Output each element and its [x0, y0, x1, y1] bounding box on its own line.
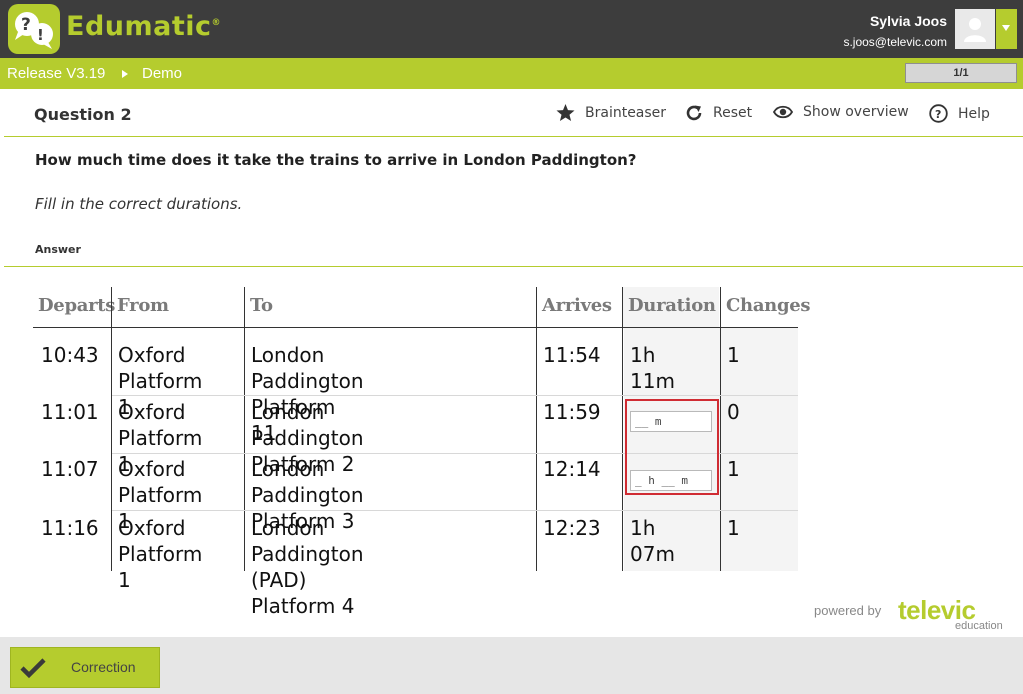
cell-duration: 1h 07m — [630, 516, 675, 566]
duration-input-row-2[interactable]: __ m — [630, 411, 712, 432]
correction-label: Correction — [71, 659, 136, 675]
breadcrumb-arrow-icon — [122, 70, 128, 78]
cell-departs: 11:07 — [41, 457, 99, 481]
cell-from-station: Oxford — [118, 516, 186, 540]
svg-text:?: ? — [935, 108, 941, 121]
column-header-changes: Changes — [726, 295, 811, 316]
column-header-to: To — [250, 295, 273, 316]
cell-to-station: London Paddington — [251, 343, 364, 393]
checkmark-icon — [20, 658, 46, 679]
user-menu-button[interactable] — [996, 9, 1017, 49]
row-rule — [112, 395, 798, 396]
cell-changes: 1 — [727, 343, 740, 367]
row-rule — [112, 510, 798, 511]
divider — [4, 266, 1023, 267]
cell-from-station: Oxford — [118, 343, 186, 367]
column-header-duration: Duration — [623, 287, 719, 327]
brand-mark: ® — [211, 18, 222, 28]
vendor-logo-sub: education — [955, 620, 1003, 632]
top-bar: ? ! Edumatic® Sylvia Joos s.joos@televic… — [0, 0, 1023, 58]
cell-from-station: Oxford — [118, 457, 186, 481]
reset-button[interactable]: Reset — [685, 104, 752, 122]
star-icon — [556, 104, 575, 122]
breadcrumb: Release V3.19 Demo 1/1 — [0, 58, 1023, 89]
cell-to-station: London Paddington — [251, 400, 364, 450]
brainteaser-button[interactable]: Brainteaser — [556, 104, 666, 122]
reset-icon — [686, 105, 702, 121]
question-text: How much time does it take the trains to… — [35, 151, 637, 169]
user-silhouette-icon — [964, 18, 986, 42]
cell-changes: 1 — [727, 457, 740, 481]
question-title: Question 2 — [34, 105, 132, 124]
help-icon: ? — [929, 104, 948, 123]
column-header-arrives: Arrives — [542, 295, 612, 316]
help-label: Help — [958, 105, 990, 122]
question-bubbles-icon: ? ! — [8, 4, 60, 54]
cell-changes: 0 — [727, 400, 740, 424]
header-rule — [33, 327, 798, 328]
cell-departs: 11:16 — [41, 516, 99, 540]
cell-arrives: 11:54 — [543, 343, 601, 367]
cell-to-station: London Paddington — [251, 457, 364, 507]
duration-input-row-3[interactable]: _ h __ m — [630, 470, 712, 491]
brainteaser-label: Brainteaser — [585, 105, 667, 121]
show-overview-button[interactable]: Show overview — [773, 104, 909, 120]
cell-from-station: Oxford — [118, 400, 186, 424]
cell-departs: 10:43 — [41, 343, 99, 367]
cell-departs: 11:01 — [41, 400, 99, 424]
user-email: s.joos@televic.com — [843, 35, 947, 49]
avatar[interactable] — [955, 9, 995, 49]
cell-to: London Paddington (PAD) Platform 4 — [245, 515, 364, 619]
powered-by-text: powered by — [814, 603, 882, 618]
breadcrumb-release[interactable]: Release V3.19 — [7, 65, 105, 82]
reset-label: Reset — [713, 105, 753, 121]
show-overview-label: Show overview — [803, 104, 909, 120]
cell-to-station: London Paddington (PAD) — [251, 516, 364, 592]
user-name: Sylvia Joos — [869, 13, 947, 29]
cell-duration: 1h 11m — [630, 343, 675, 393]
brand-name: Edumatic — [66, 11, 212, 42]
svg-text:!: ! — [37, 26, 44, 44]
app-root: ? ! Edumatic® Sylvia Joos s.joos@televic… — [0, 0, 1023, 694]
caret-down-icon — [1002, 25, 1010, 31]
cell-arrives: 12:14 — [543, 457, 601, 481]
cell-from-platform: Platform 1 — [118, 542, 203, 592]
breadcrumb-project[interactable]: Demo — [142, 65, 182, 82]
brand-logo-text: Edumatic® — [66, 11, 221, 42]
column-header-departs: Departs — [38, 295, 116, 316]
question-instruction: Fill in the correct durations. — [35, 195, 243, 213]
column-rule — [622, 287, 623, 571]
answer-label: Answer — [35, 243, 81, 256]
column-header-from: From — [117, 295, 169, 316]
svg-text:?: ? — [21, 15, 31, 35]
divider — [4, 136, 1023, 137]
cell-from: Oxford Platform 1 — [112, 515, 202, 593]
cell-arrives: 12:23 — [543, 516, 601, 540]
help-button[interactable]: ? Help — [929, 104, 990, 123]
eye-icon — [773, 105, 793, 119]
cell-arrives: 11:59 — [543, 400, 601, 424]
correction-button[interactable]: Correction — [10, 647, 160, 688]
cell-changes: 1 — [727, 516, 740, 540]
cell-to-platform: Platform 4 — [251, 594, 355, 618]
page-indicator: 1/1 — [905, 63, 1017, 83]
